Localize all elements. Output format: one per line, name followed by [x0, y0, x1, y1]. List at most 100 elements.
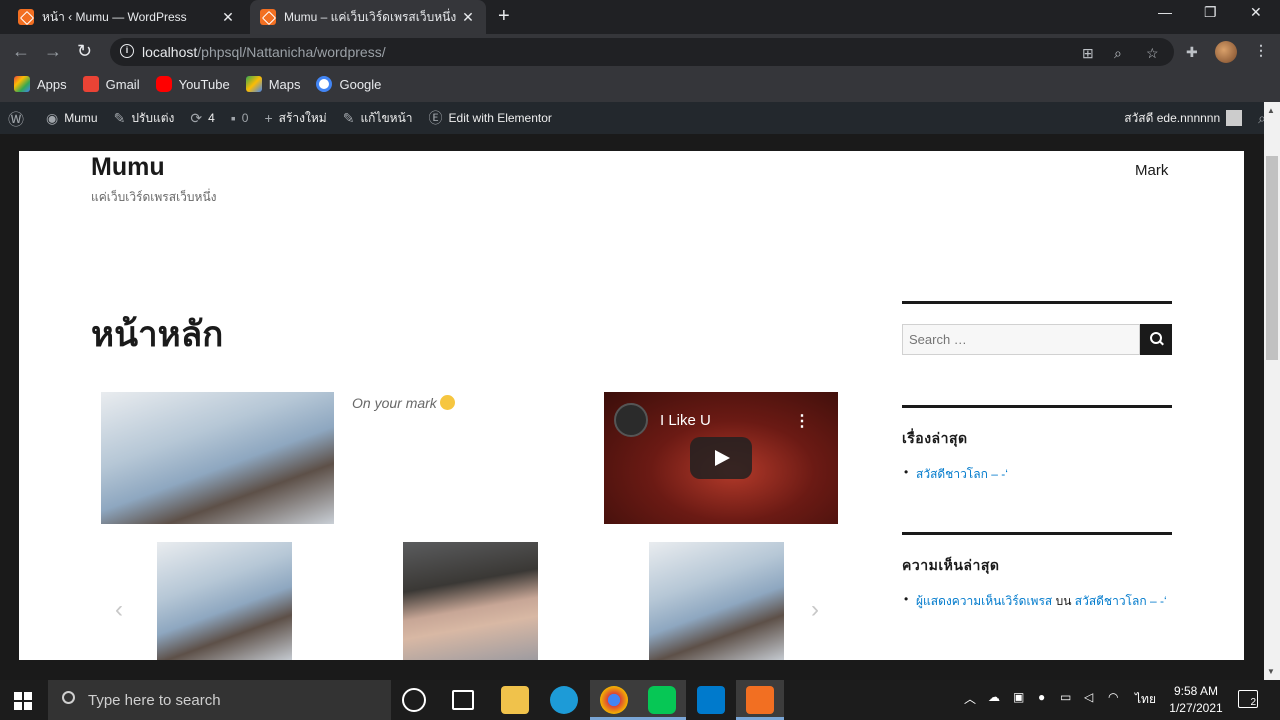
close-tab-icon[interactable]: ✕: [460, 9, 476, 26]
vscode-icon[interactable]: [697, 686, 725, 714]
search-icon: [62, 691, 75, 704]
chrome-icon[interactable]: [600, 686, 628, 714]
bookmark-maps[interactable]: Maps: [245, 76, 300, 92]
tab-mumu-site[interactable]: Mumu – แค่เว็บเวิร์ดเพรสเว็บหนึ่ง ✕: [250, 0, 486, 34]
search-input[interactable]: [902, 324, 1140, 355]
chrome-menu-icon[interactable]: ⋮: [1254, 42, 1268, 59]
site-container: Mumu แค่เว็บเวิร์ดเพรสเว็บหนึ่ง Mark หน้…: [19, 151, 1244, 660]
hoodie-photo: [101, 392, 334, 524]
xampp-icon[interactable]: [746, 686, 774, 714]
bookmark-gmail[interactable]: Gmail: [82, 76, 140, 92]
tab-wordpress-admin[interactable]: หน้า ‹ Mumu — WordPress ✕: [8, 0, 246, 34]
cortana-icon[interactable]: [402, 688, 426, 712]
widget-divider: [902, 301, 1172, 304]
restore-window-button[interactable]: ❐: [1204, 4, 1217, 21]
site-description: แค่เว็บเวิร์ดเพรสเว็บหนึ่ง: [91, 190, 217, 204]
forward-arrow-icon[interactable]: →: [44, 41, 62, 62]
taskbar-search[interactable]: Type here to search: [48, 680, 391, 720]
widget-divider: [902, 405, 1172, 408]
close-window-button[interactable]: ✕: [1250, 4, 1262, 21]
scroll-up-arrow[interactable]: ▲: [1267, 106, 1275, 115]
xampp-favicon-icon: [18, 9, 34, 25]
bookmark-youtube[interactable]: YouTube: [155, 76, 230, 92]
bookmark-apps[interactable]: Apps: [14, 76, 67, 92]
tab-title: Mumu – แค่เว็บเวิร์ดเพรสเว็บหนึ่ง: [284, 9, 457, 24]
gmail-icon: [82, 76, 99, 92]
wp-logo-menu[interactable]: Ⓦ: [0, 102, 38, 134]
task-view-icon[interactable]: [452, 690, 474, 710]
scroll-down-arrow[interactable]: ▼: [1267, 667, 1275, 676]
zoom-icon[interactable]: ⌕: [1114, 45, 1122, 62]
google-icon: [316, 76, 333, 92]
taskbar-clock[interactable]: 9:58 AM 1/27/2021: [1166, 683, 1226, 717]
admin-updates[interactable]: ⟳ 4: [182, 102, 222, 134]
network-status-icon[interactable]: ☁: [988, 690, 1000, 704]
pencil-icon: ✎: [342, 109, 355, 126]
bookmark-star-icon[interactable]: ☆: [1146, 45, 1159, 62]
file-explorer-icon[interactable]: [501, 686, 529, 714]
back-arrow-icon[interactable]: ←: [12, 41, 30, 62]
youtube-video-embed[interactable]: I Like U ⋮: [604, 392, 838, 524]
admin-customize[interactable]: ✎ ปรับแต่ง: [106, 102, 183, 134]
scroll-thumb[interactable]: [1266, 156, 1278, 360]
profile-avatar[interactable]: [1215, 41, 1237, 63]
close-tab-icon[interactable]: ✕: [220, 9, 236, 26]
carousel-image[interactable]: [649, 542, 784, 660]
channel-avatar: [614, 403, 648, 437]
search-submit-button[interactable]: [1140, 324, 1172, 355]
admin-site-name[interactable]: ◉ Mumu: [38, 102, 106, 134]
extensions-puzzle-icon[interactable]: ✚: [1186, 44, 1198, 61]
video-title[interactable]: I Like U: [660, 412, 711, 429]
url-text: localhost/phpsql/Nattanicha/wordpress/: [142, 44, 386, 60]
admin-elementor[interactable]: Ⓔ Edit with Elementor: [421, 102, 560, 134]
admin-account-menu[interactable]: สวัสดี ede.nnnnnn: [1116, 102, 1250, 134]
reload-icon[interactable]: ↻: [77, 41, 92, 62]
new-tab-button[interactable]: +: [498, 5, 510, 28]
minimize-window-button[interactable]: —: [1158, 4, 1172, 20]
youtube-icon: [155, 76, 172, 92]
plus-icon: +: [264, 110, 273, 126]
line-app-icon[interactable]: [648, 686, 676, 714]
translate-icon[interactable]: ⊞: [1082, 45, 1094, 62]
video-menu-icon[interactable]: ⋮: [794, 411, 810, 431]
bookmark-google[interactable]: Google: [316, 76, 381, 92]
comment-post-link[interactable]: สวัสดีชาวโลก – -‘: [1075, 594, 1167, 608]
recent-comments-title: ความเห็นล่าสุด: [902, 557, 1000, 573]
meet-now-icon[interactable]: ▣: [1013, 690, 1024, 704]
smile-emoji-icon: [439, 395, 455, 410]
wordpress-logo-icon: Ⓦ: [8, 112, 25, 129]
edge-icon[interactable]: [550, 686, 578, 714]
carousel-next-arrow[interactable]: ›: [811, 596, 819, 624]
comment-bubble-icon: ▪: [230, 110, 236, 126]
admin-edit-page[interactable]: ✎ แก้ไขหน้า: [335, 102, 421, 134]
admin-comments[interactable]: ▪ 0: [223, 102, 257, 134]
site-info-icon[interactable]: i: [120, 44, 134, 58]
image-caption: On your mark: [352, 395, 455, 411]
user-avatar: [1226, 110, 1243, 126]
nav-item-mark[interactable]: Mark: [1135, 162, 1168, 179]
carousel-image[interactable]: [403, 542, 538, 660]
play-button[interactable]: [690, 437, 752, 479]
address-bar[interactable]: i localhost/phpsql/Nattanicha/wordpress/…: [110, 38, 1174, 66]
browser-tab-bar: หน้า ‹ Mumu — WordPress ✕ Mumu – แค่เว็บ…: [0, 0, 1280, 34]
windows-start-icon[interactable]: [14, 692, 32, 710]
bookmarks-bar: Apps Gmail YouTube Maps Google: [0, 70, 1280, 98]
paintbrush-icon: ✎: [113, 109, 126, 126]
recent-post-link[interactable]: สวัสดีชาวโลก – -‘: [916, 467, 1008, 481]
recent-posts-title: เรื่องล่าสุด: [902, 430, 968, 446]
comment-author-link[interactable]: ผู้แสดงความเห็นเวิร์ดเพรส: [916, 594, 1052, 608]
updates-icon: ⟳: [190, 109, 203, 126]
notification-center-icon[interactable]: 2: [1238, 690, 1258, 708]
admin-new[interactable]: + สร้างใหม่: [256, 102, 334, 134]
carousel-prev-arrow[interactable]: ‹: [115, 596, 123, 624]
battery-icon[interactable]: ▭: [1060, 690, 1071, 704]
site-title[interactable]: Mumu: [91, 153, 165, 182]
input-language[interactable]: ไทย: [1135, 690, 1156, 709]
apps-grid-icon: [14, 76, 30, 92]
microphone-icon[interactable]: ●: [1038, 690, 1045, 704]
maps-icon: [245, 76, 262, 92]
wifi-icon[interactable]: ◠: [1108, 690, 1118, 704]
show-hidden-icons-chevron[interactable]: ︿: [964, 690, 976, 707]
volume-icon[interactable]: ◁: [1084, 690, 1093, 704]
carousel-image[interactable]: [157, 542, 292, 660]
